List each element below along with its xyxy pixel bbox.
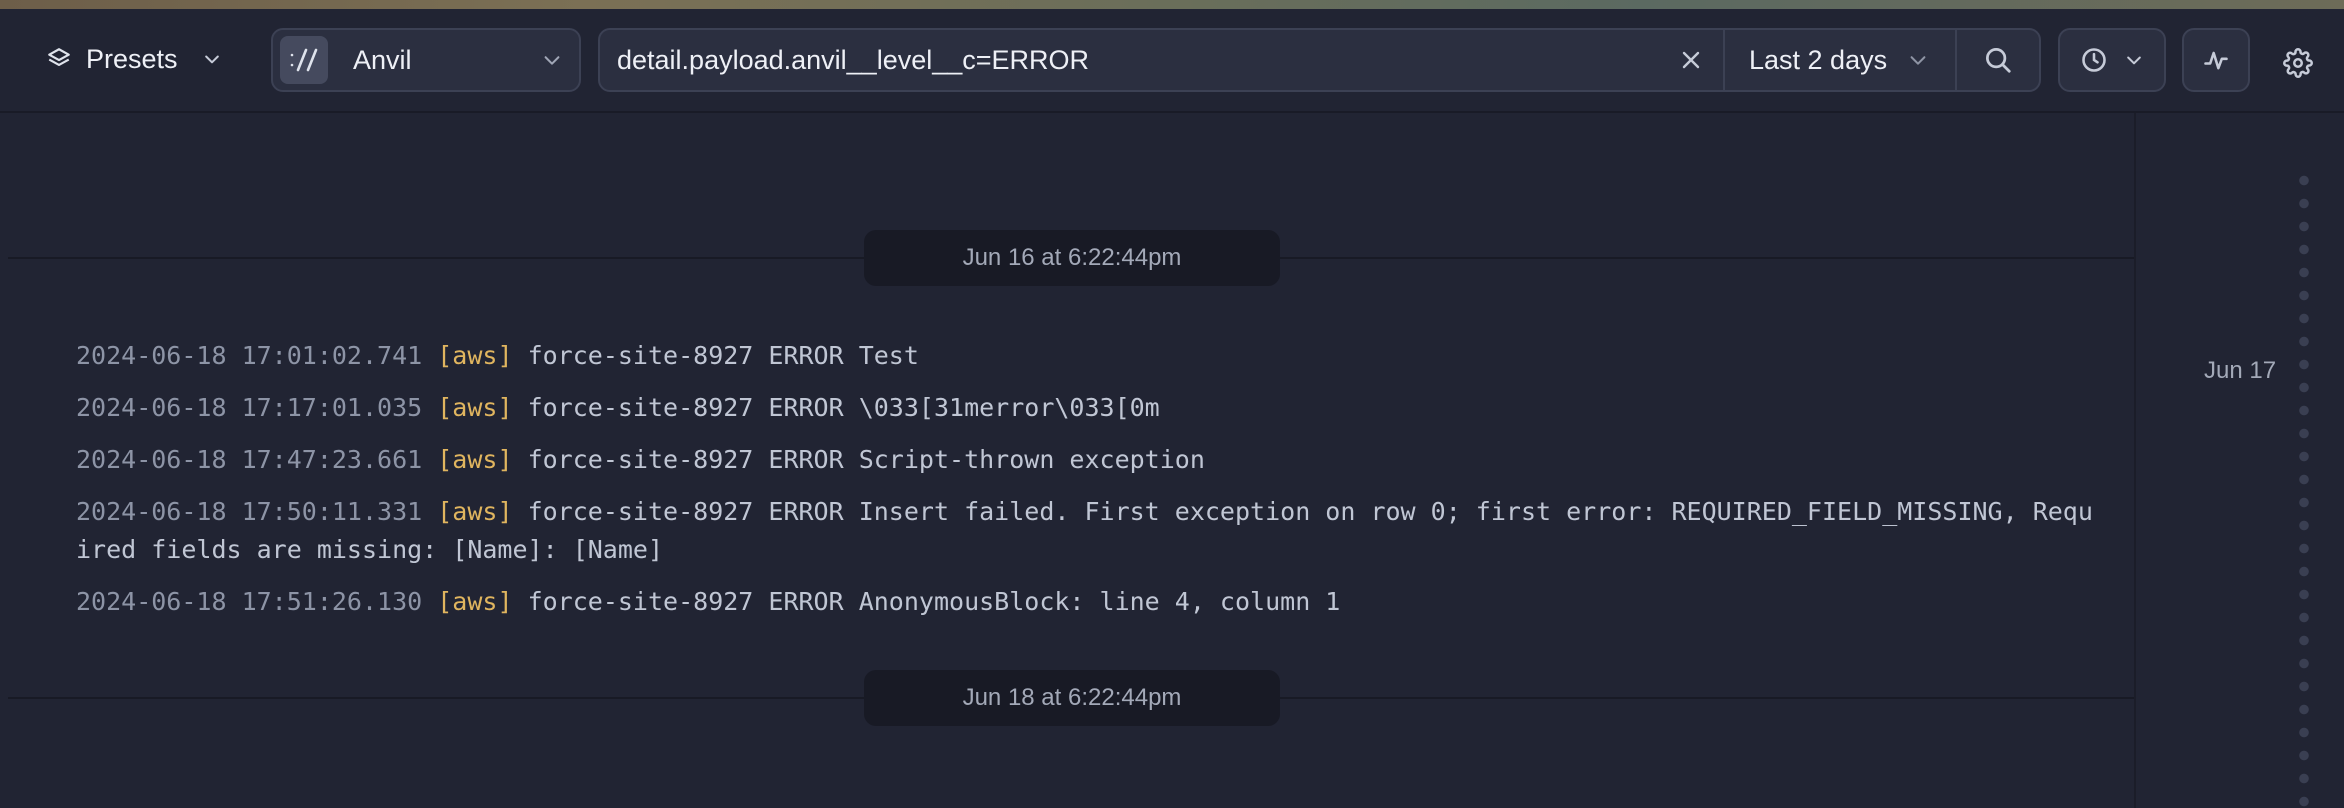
log-entry[interactable]: 2024-06-18 17:47:23.661 [aws] force-site… [76,441,2096,479]
log-entry[interactable]: 2024-06-18 17:51:26.130 [aws] force-site… [76,583,2096,621]
log-timestamp: 2024-06-18 17:01:02.741 [76,341,423,370]
log-message: force-site-8927 ERROR Test [527,341,919,370]
date-divider-end: Jun 18 at 6:22:44pm [864,670,1280,726]
log-timestamp: 2024-06-18 17:17:01.035 [76,393,423,422]
presets-label: Presets [86,43,178,74]
log-source-tag: [aws] [437,341,513,370]
log-entry[interactable]: 2024-06-18 17:50:11.331 [aws] force-site… [76,493,2096,569]
log-timestamp: 2024-06-18 17:51:26.130 [76,587,423,616]
search-button[interactable] [1957,30,2039,90]
search-icon [1986,48,2011,73]
clock-icon [2082,48,2106,72]
gear-icon [2283,48,2313,78]
close-icon [1682,51,1700,69]
toolbar: Presets Anvil detail.payload.anvil__leve… [0,9,2344,113]
query-input[interactable]: detail.payload.anvil__level__c=ERROR [600,45,1659,76]
query-bar: detail.payload.anvil__level__c=ERROR Las… [598,28,2041,92]
presets-button[interactable]: Presets [46,39,222,79]
log-stream: Jun 16 at 6:22:44pm 2024-06-18 17:01:02.… [0,113,2134,808]
log-timestamp: 2024-06-18 17:47:23.661 [76,445,423,474]
log-source-tag: [aws] [437,497,513,526]
time-range-label: Last 2 days [1749,44,1888,75]
log-message: force-site-8927 ERROR \033[31merror\033[… [527,393,1160,422]
timeline-date-label: Jun 17 [2204,357,2277,384]
source-label: Anvil [353,44,412,75]
chevron-down-icon [544,56,560,65]
window-top-strip [0,0,2344,9]
histogram-toggle-button[interactable] [2182,28,2250,92]
log-timestamp: 2024-06-18 17:50:11.331 [76,497,423,526]
activity-icon [2204,51,2228,70]
log-source-tag: [aws] [437,393,513,422]
layers-icon [48,48,70,67]
log-entry[interactable]: 2024-06-18 17:01:02.741 [aws] force-site… [76,337,2096,375]
log-source-tag: [aws] [437,445,513,474]
live-tail-button[interactable] [2058,28,2166,92]
source-select[interactable]: Anvil [271,28,581,92]
timeline-gutter[interactable]: Jun 17 [2134,113,2344,808]
log-entry[interactable]: 2024-06-18 17:17:01.035 [aws] force-site… [76,389,2096,427]
log-message: force-site-8927 ERROR Script-thrown exce… [527,445,1205,474]
timeline-scrubber[interactable] [2298,169,2310,808]
time-range-select[interactable]: Last 2 days [1725,30,1955,90]
chevron-down-icon [1910,56,1926,65]
chevron-down-icon [204,55,219,64]
clear-query-button[interactable] [1659,30,1723,90]
slashes-icon [280,36,328,84]
log-message: force-site-8927 ERROR AnonymousBlock: li… [527,587,1341,616]
settings-button[interactable] [2276,43,2320,83]
log-source-tag: [aws] [437,587,513,616]
date-divider-start: Jun 16 at 6:22:44pm [864,230,1280,286]
chevron-down-icon [2127,56,2141,65]
